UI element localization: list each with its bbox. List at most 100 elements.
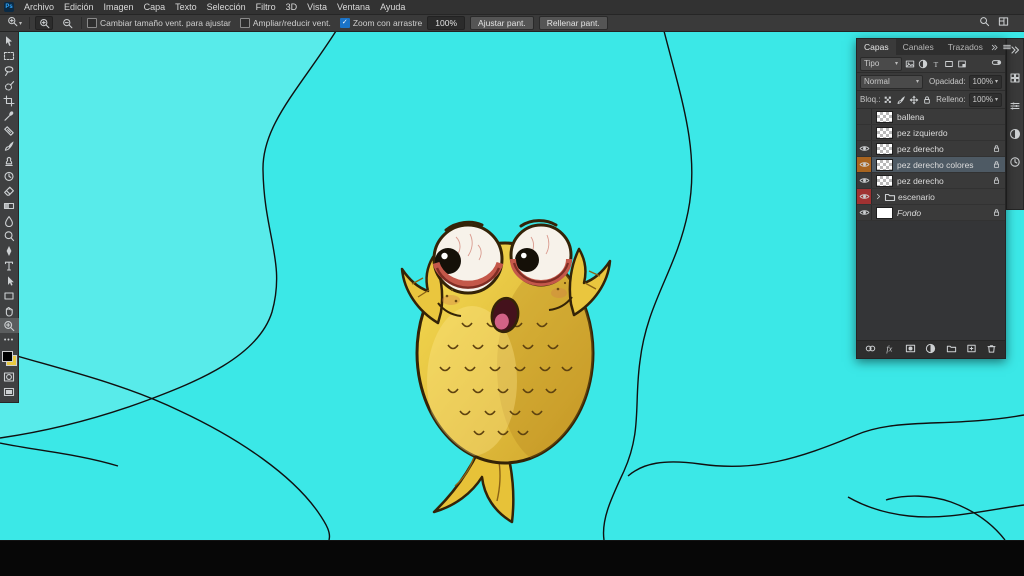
gradient-icon xyxy=(3,202,15,209)
menu-ventana[interactable]: Ventana xyxy=(332,0,375,14)
history-brush-tool[interactable] xyxy=(0,168,19,183)
crop-tool[interactable] xyxy=(0,93,19,108)
layer-thumbnail[interactable] xyxy=(876,158,893,171)
adjustment-layer-icon[interactable] xyxy=(925,343,936,356)
menu-seleccion[interactable]: Selección xyxy=(202,0,251,14)
opacity-field[interactable]: 100% ▾ xyxy=(968,74,1002,89)
visibility-toggle[interactable] xyxy=(857,173,872,188)
visibility-toggle[interactable] xyxy=(857,157,872,172)
visibility-toggle[interactable] xyxy=(857,189,872,204)
layer-list: ballena pez izquierdo pez derecho pez derec… xyxy=(857,109,1005,221)
menu-texto[interactable]: Texto xyxy=(170,0,202,14)
menu-capa[interactable]: Capa xyxy=(139,0,171,14)
layer-row-ballena[interactable]: ballena xyxy=(857,109,1005,125)
folder-icon xyxy=(884,193,896,201)
lasso-tool[interactable] xyxy=(0,63,19,78)
quickselect-icon xyxy=(4,80,15,91)
lock-brush-icon xyxy=(898,95,906,104)
option-ampliar-reducir-vent-[interactable]: Ampliar/reducir vent. xyxy=(239,18,331,28)
new-layer-icon[interactable] xyxy=(966,343,977,356)
fill-field[interactable]: 100% ▾ xyxy=(968,92,1002,107)
checkbox-icon[interactable] xyxy=(239,18,250,28)
color-panel-icon[interactable] xyxy=(1009,71,1021,89)
menu-vista[interactable]: Vista xyxy=(302,0,332,14)
layer-thumbnail[interactable] xyxy=(876,142,893,155)
layer-thumbnail[interactable] xyxy=(876,110,893,123)
layer-row-pez-derecho[interactable]: pez derecho xyxy=(857,173,1005,189)
layer-thumbnail[interactable] xyxy=(876,126,893,139)
checkbox-icon[interactable] xyxy=(87,18,98,28)
zoom-tool[interactable] xyxy=(0,318,19,333)
filter-toggle-icon[interactable] xyxy=(991,57,1002,70)
layer-row-pez-derecho-colores[interactable]: pez derecho colores xyxy=(857,157,1005,173)
marquee-tool[interactable] xyxy=(0,48,19,63)
workspace-switcher-icon xyxy=(998,17,1009,26)
tab-capas[interactable]: Capas xyxy=(857,39,896,55)
checkbox-icon[interactable]: ✓ xyxy=(339,18,350,28)
visibility-toggle[interactable] xyxy=(857,205,872,220)
history-panel-icon[interactable] xyxy=(1009,155,1021,173)
menu-3d[interactable]: 3D xyxy=(281,0,303,14)
app-logo-icon: Ps xyxy=(4,2,14,12)
brush-tool[interactable] xyxy=(0,138,19,153)
menu-imagen[interactable]: Imagen xyxy=(99,0,139,14)
zoom-in-button[interactable] xyxy=(35,16,54,30)
healing-brush-tool[interactable] xyxy=(0,123,19,138)
quick-selection-tool[interactable] xyxy=(0,78,19,93)
adjustments-panel-icon[interactable] xyxy=(1009,127,1021,145)
separator xyxy=(29,17,31,29)
new-group-icon[interactable] xyxy=(946,343,957,356)
menu-ayuda[interactable]: Ayuda xyxy=(375,0,410,14)
visibility-toggle[interactable] xyxy=(857,125,872,140)
option-label: Zoom con arrastre xyxy=(352,18,423,28)
layer-effects-icon[interactable]: fx xyxy=(885,343,896,356)
shape-tool[interactable] xyxy=(0,288,19,303)
gradient-tool[interactable] xyxy=(0,198,19,213)
link-layers-icon[interactable] xyxy=(865,343,876,356)
layer-thumbnail[interactable] xyxy=(876,206,893,219)
zoom-level-field[interactable]: 100% xyxy=(427,16,466,30)
layer-row-escenario[interactable]: escenario xyxy=(857,189,1005,205)
fit-screen-button[interactable]: Ajustar pant. xyxy=(470,16,534,30)
delete-layer-icon[interactable] xyxy=(986,343,997,356)
eyedropper-tool[interactable] xyxy=(0,108,19,123)
more-tools-button[interactable]: ••• xyxy=(0,333,19,348)
option-zoom-con-arrastre[interactable]: ✓ Zoom con arrastre xyxy=(339,18,423,28)
color-swatches[interactable] xyxy=(1,351,17,366)
type-tool[interactable] xyxy=(0,258,19,273)
visibility-toggle[interactable] xyxy=(857,141,872,156)
zoom-out-button[interactable] xyxy=(58,16,76,30)
path-selection-tool[interactable] xyxy=(0,273,19,288)
pen-tool[interactable] xyxy=(0,243,19,258)
option-cambiar-tamano-vent-para-ajustar[interactable]: Cambiar tamaño vent. para ajustar xyxy=(87,18,231,28)
layer-row-pez-izquierdo[interactable]: pez izquierdo xyxy=(857,125,1005,141)
shape-icon xyxy=(4,291,14,300)
screen-mode-button[interactable] xyxy=(0,384,19,399)
layer-lock-icon xyxy=(992,208,1005,217)
tab-canales[interactable]: Canales xyxy=(896,39,941,55)
menu-archivo[interactable]: Archivo xyxy=(19,0,59,14)
visibility-toggle[interactable] xyxy=(857,109,872,124)
tool-preset-picker[interactable]: ▾ xyxy=(5,14,24,32)
clone-stamp-tool[interactable] xyxy=(0,153,19,168)
tab-trazados[interactable]: Trazados xyxy=(941,39,990,55)
quick-mask-button[interactable] xyxy=(0,369,19,384)
zoom-tool-icon xyxy=(8,16,18,27)
blend-mode-dropdown[interactable]: Normal ▾ xyxy=(860,74,924,89)
filter-kind-dropdown[interactable]: Tipo ▾ xyxy=(860,56,902,71)
blur-tool[interactable] xyxy=(0,213,19,228)
hand-tool[interactable] xyxy=(0,303,19,318)
properties-panel-icon[interactable] xyxy=(1009,99,1021,117)
foreground-color-swatch[interactable] xyxy=(1,351,13,362)
layer-row-pez-derecho[interactable]: pez derecho xyxy=(857,141,1005,157)
move-tool[interactable] xyxy=(0,33,19,48)
layer-thumbnail[interactable] xyxy=(876,174,893,187)
dodge-tool[interactable] xyxy=(0,228,19,243)
layer-row-fondo[interactable]: Fondo xyxy=(857,205,1005,221)
menu-edicion[interactable]: Edición xyxy=(59,0,99,14)
eraser-tool[interactable] xyxy=(0,183,19,198)
layer-name: Fondo xyxy=(897,207,922,218)
layer-mask-icon[interactable] xyxy=(905,343,916,356)
fill-screen-button[interactable]: Rellenar pant. xyxy=(538,16,608,30)
menu-filtro[interactable]: Filtro xyxy=(251,0,281,14)
